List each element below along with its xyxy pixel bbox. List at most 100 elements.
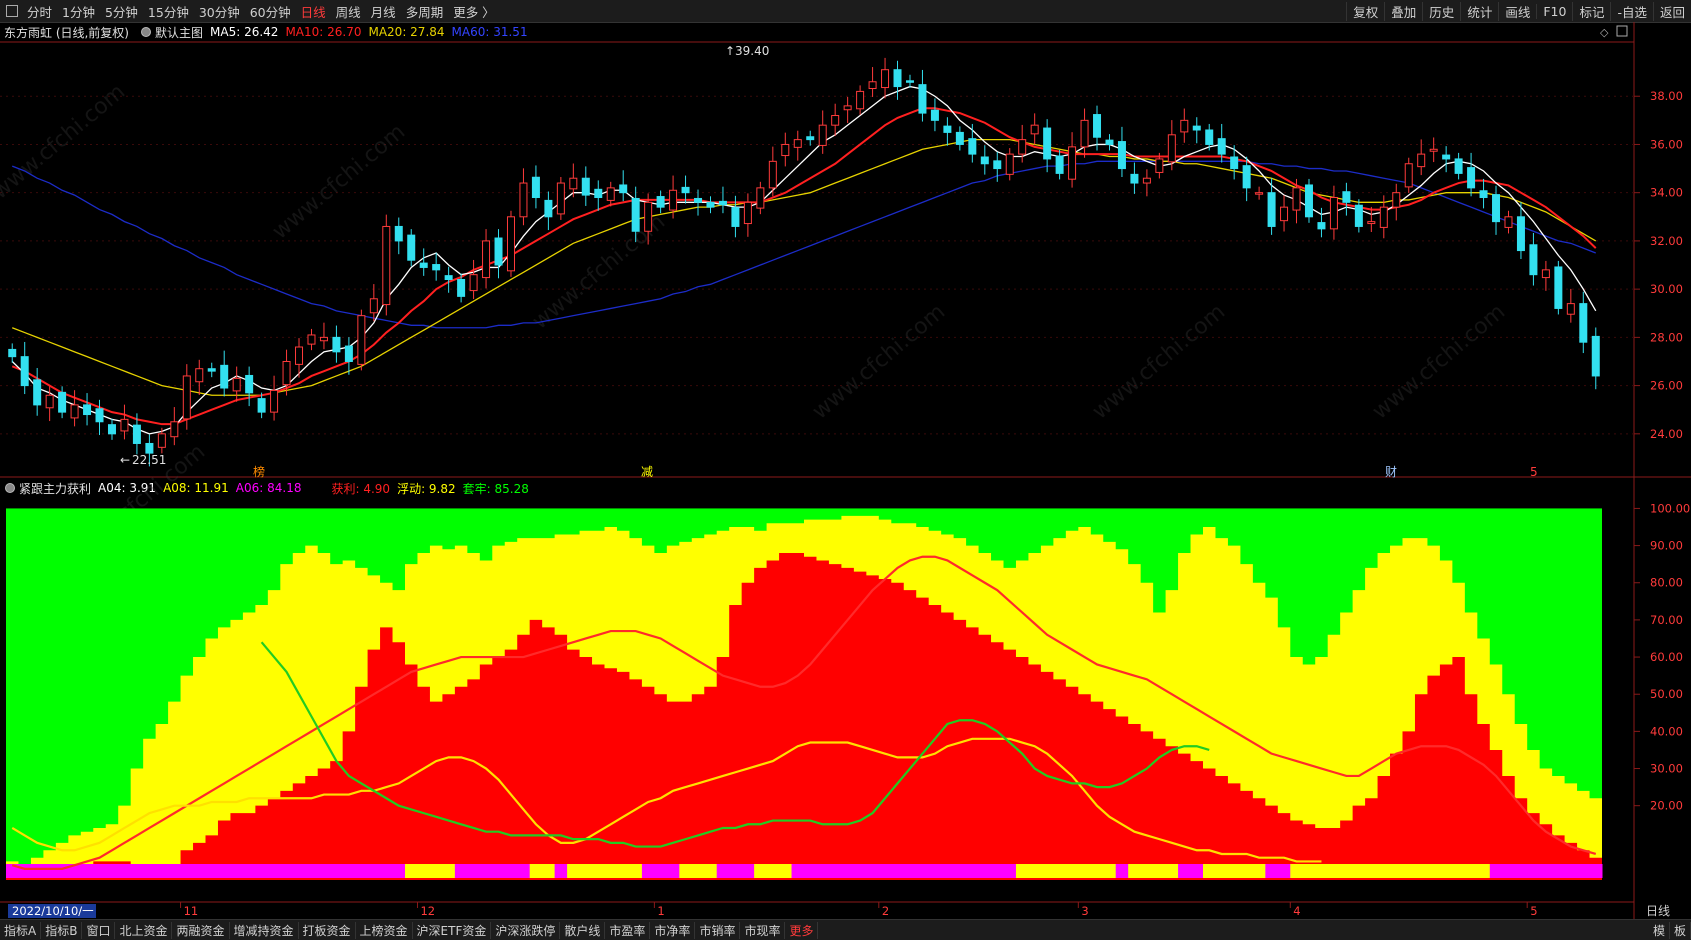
candle-body — [669, 189, 678, 211]
candle-body — [307, 334, 316, 345]
bottom-tab-8[interactable]: 沪深ETF资金 — [413, 921, 492, 939]
month-label: 5 — [1530, 904, 1537, 918]
bottom-tab-3[interactable]: 北上资金 — [115, 921, 173, 939]
jian-marker[interactable]: 减 — [641, 465, 653, 479]
candle-body — [531, 176, 540, 199]
bottom-tab-14[interactable]: 市现率 — [740, 921, 786, 939]
candle-body — [1242, 165, 1251, 189]
signal-strip-cell — [1003, 864, 1017, 878]
candle-body — [83, 404, 92, 416]
candle-body — [1554, 266, 1563, 309]
candle-body — [843, 105, 852, 111]
signal-strip-cell — [1190, 864, 1204, 878]
candle-body — [818, 124, 827, 146]
candle-body — [1591, 335, 1600, 377]
high-price-label: 39.40 — [735, 44, 769, 58]
bottom-tab-11[interactable]: 市盈率 — [605, 921, 651, 939]
bottom-tab-2[interactable]: 窗口 — [82, 921, 116, 939]
bottom-right-button-0[interactable]: 模 — [1649, 921, 1670, 939]
signal-strip-cell — [1302, 864, 1316, 878]
signal-strip-cell — [317, 864, 331, 878]
bottom-tab-0[interactable]: 指标A — [0, 921, 42, 939]
signal-strip-cell — [205, 864, 219, 878]
candle-body — [1043, 127, 1052, 160]
bottom-tab-10[interactable]: 散户线 — [560, 921, 606, 939]
candle-body — [357, 315, 366, 365]
price-tick-label: 28.00 — [1650, 330, 1683, 344]
diamond-icon[interactable]: ◇ — [1600, 26, 1609, 39]
signal-strip-cell — [916, 864, 930, 878]
signal-strip-cell — [1414, 864, 1428, 878]
candle-body — [1429, 148, 1438, 152]
candle-body — [980, 156, 989, 165]
price-tick-label: 30.00 — [1650, 282, 1683, 296]
chart-corner-icons: ◇ 日线 — [1600, 25, 1670, 918]
signal-strip-cell — [168, 864, 182, 878]
candle-body — [1080, 119, 1089, 148]
candle-body — [1479, 190, 1488, 199]
bottom-tab-12[interactable]: 市净率 — [650, 921, 696, 939]
candle-body — [1018, 139, 1027, 155]
bottom-tab-5[interactable]: 增减持资金 — [230, 921, 299, 939]
bottom-tab-9[interactable]: 沪深涨跌停 — [491, 921, 561, 939]
signal-strip-cell — [155, 864, 169, 878]
signal-strip-cell — [1215, 864, 1229, 878]
watermark-text: www.cfchi.com — [1088, 299, 1230, 424]
bottom-tab-6[interactable]: 打板资金 — [299, 921, 356, 939]
candle-body — [1367, 221, 1376, 225]
five-marker[interactable]: 5 — [1530, 465, 1538, 479]
candle-body — [706, 201, 715, 208]
candle-body — [319, 336, 328, 342]
candle-body — [681, 186, 690, 194]
signal-strip-cell — [542, 864, 556, 878]
signal-strip-cell — [978, 864, 992, 878]
signal-strip-cell — [1439, 864, 1453, 878]
signal-strip-cell — [405, 864, 418, 878]
signal-strip-cell — [467, 864, 481, 878]
candle-body — [781, 143, 790, 157]
candle-body — [494, 237, 503, 266]
maximize-icon[interactable] — [1616, 25, 1628, 37]
bottom-tab-7[interactable]: 上榜资金 — [356, 921, 413, 939]
candle-body — [943, 125, 952, 133]
month-label: 4 — [1293, 904, 1300, 918]
candle-body — [743, 201, 752, 225]
signal-strip-cell — [853, 864, 867, 878]
cai-marker[interactable]: 财 — [1385, 465, 1397, 479]
bottom-tab-1[interactable]: 指标B — [41, 921, 83, 939]
candle-body — [45, 394, 54, 409]
candle-body — [282, 360, 291, 386]
cursor-date: 2022/10/10/一 — [12, 904, 94, 918]
candle-body — [1192, 125, 1201, 131]
sub-value-axis: 100.00 90.00 80.00 70.00 60.00 50.00 40.00 30.0… — [1634, 501, 1690, 813]
candle-body — [1442, 154, 1451, 160]
candle-body — [207, 368, 216, 372]
sub-indicator-chart — [6, 508, 1603, 880]
signal-strip-cell — [1402, 864, 1416, 878]
candle-body — [382, 225, 391, 306]
signal-strip-cell — [292, 864, 306, 878]
bang-marker[interactable]: 榜 — [253, 464, 265, 479]
signal-strip-cell — [118, 864, 132, 878]
bottom-tab-4[interactable]: 两融资金 — [172, 921, 230, 939]
candle-body — [407, 234, 416, 261]
signal-strip-cell — [1527, 864, 1541, 878]
candle-body — [644, 201, 653, 232]
signal-strip-cell — [791, 864, 805, 878]
signal-strip-cell — [641, 864, 655, 878]
chart-canvas[interactable]: 38.00 36.00 34.00 32.00 30.00 28.00 26.00 24.00… — [0, 0, 1691, 919]
candle-body — [1417, 153, 1426, 168]
candle-body — [868, 81, 877, 90]
bottom-right-button-1[interactable]: 板 — [1670, 921, 1691, 939]
sub-tick-label: 40.00 — [1650, 724, 1683, 738]
bottom-tab-15[interactable]: 更多 — [785, 921, 819, 939]
period-indicator[interactable]: 日线 — [1646, 904, 1670, 918]
price-tick-label: 24.00 — [1650, 427, 1683, 441]
candle-body — [1267, 192, 1276, 227]
bottom-tab-13[interactable]: 市销率 — [695, 921, 741, 939]
signal-strip-cell — [105, 864, 119, 878]
signal-strip-cell — [492, 864, 506, 878]
sub-tick-label: 100.00 — [1650, 501, 1690, 515]
signal-strip-cell — [429, 864, 443, 878]
candle-body — [806, 136, 815, 141]
